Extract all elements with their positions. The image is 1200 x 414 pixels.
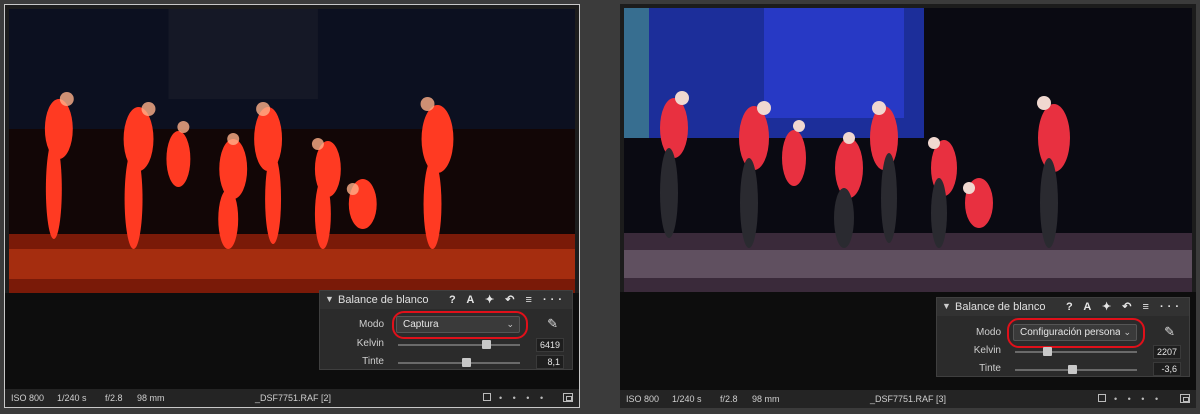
- panel-title: Balance de blanco: [338, 294, 429, 306]
- panel-header[interactable]: ▼ Balance de blanco ? A ✦ ↶ ≡ ···: [320, 291, 572, 309]
- kelvin-label: Kelvin: [356, 338, 384, 349]
- kelvin-slider-thumb[interactable]: [481, 340, 491, 349]
- tint-value[interactable]: -3,6: [1153, 362, 1181, 376]
- focal-length-value: 98 mm: [752, 394, 780, 404]
- dance-photo-cool: [624, 8, 1192, 292]
- status-bar: ISO 800 1/240 s f/2.8 98 mm _DSF7751.RAF…: [5, 389, 579, 407]
- iso-value: ISO 800: [626, 394, 660, 404]
- shutter-value: 1/240 s: [57, 393, 87, 403]
- panel-tools-icons[interactable]: ? A ✦ ↶ ≡ ···: [449, 293, 566, 306]
- tint-slider-thumb[interactable]: [1068, 365, 1078, 374]
- rating-dots[interactable]: • • • •: [499, 393, 547, 403]
- kelvin-slider[interactable]: [398, 340, 520, 349]
- white-balance-panel: ▼ Balance de blanco ? A ✦ ↶ ≡ ··· Modo C…: [936, 297, 1190, 377]
- eyedropper-icon[interactable]: ✎: [547, 316, 558, 332]
- panel-tools-icons[interactable]: ? A ✦ ↶ ≡ ···: [1066, 300, 1183, 313]
- chevron-down-icon[interactable]: ▼: [325, 294, 334, 304]
- viewer-right: ▼ Balance de blanco ? A ✦ ↶ ≡ ··· Modo C…: [620, 4, 1196, 408]
- kelvin-value[interactable]: 6419: [536, 338, 564, 352]
- tint-value[interactable]: 8,1: [536, 355, 564, 369]
- rating-dots[interactable]: • • • •: [1114, 394, 1162, 404]
- kelvin-label: Kelvin: [973, 345, 1001, 356]
- viewer-left: ▼ Balance de blanco ? A ✦ ↶ ≡ ··· Modo C…: [4, 4, 580, 408]
- panel-header[interactable]: ▼ Balance de blanco ? A ✦ ↶ ≡ ···: [937, 298, 1189, 316]
- mode-label: Modo: [975, 327, 1001, 338]
- tint-slider[interactable]: [398, 358, 520, 367]
- red-highlight-circle: [1007, 318, 1145, 348]
- kelvin-slider-thumb[interactable]: [1042, 347, 1052, 356]
- focal-length-value: 98 mm: [137, 393, 165, 403]
- tint-label: Tinte: [362, 356, 384, 367]
- aperture-value: f/2.8: [720, 394, 738, 404]
- photo-cool[interactable]: [624, 8, 1192, 292]
- kelvin-value[interactable]: 2207: [1153, 345, 1181, 359]
- tint-slider-thumb[interactable]: [462, 358, 472, 367]
- grid-icon[interactable]: [1180, 394, 1190, 403]
- chevron-down-icon[interactable]: ▼: [942, 301, 951, 311]
- filename: _DSF7751.RAF [3]: [870, 394, 947, 404]
- panel-title: Balance de blanco: [955, 301, 1046, 313]
- tint-slider[interactable]: [1015, 365, 1137, 374]
- filename: _DSF7751.RAF [2]: [255, 393, 332, 403]
- iso-value: ISO 800: [11, 393, 45, 403]
- white-balance-panel: ▼ Balance de blanco ? A ✦ ↶ ≡ ··· Modo C…: [319, 290, 573, 370]
- kelvin-slider[interactable]: [1015, 347, 1137, 356]
- shutter-value: 1/240 s: [672, 394, 702, 404]
- red-highlight-circle: [392, 311, 528, 339]
- square-icon[interactable]: [1098, 394, 1106, 402]
- aperture-value: f/2.8: [105, 393, 123, 403]
- eyedropper-icon[interactable]: ✎: [1164, 324, 1175, 340]
- square-icon[interactable]: [483, 393, 491, 401]
- status-bar: ISO 800 1/240 s f/2.8 98 mm _DSF7751.RAF…: [620, 390, 1196, 408]
- photo-warm[interactable]: [9, 9, 575, 293]
- dance-photo-warm: [9, 9, 575, 293]
- grid-icon[interactable]: [563, 393, 573, 402]
- tint-label: Tinte: [979, 363, 1001, 374]
- mode-label: Modo: [358, 319, 384, 330]
